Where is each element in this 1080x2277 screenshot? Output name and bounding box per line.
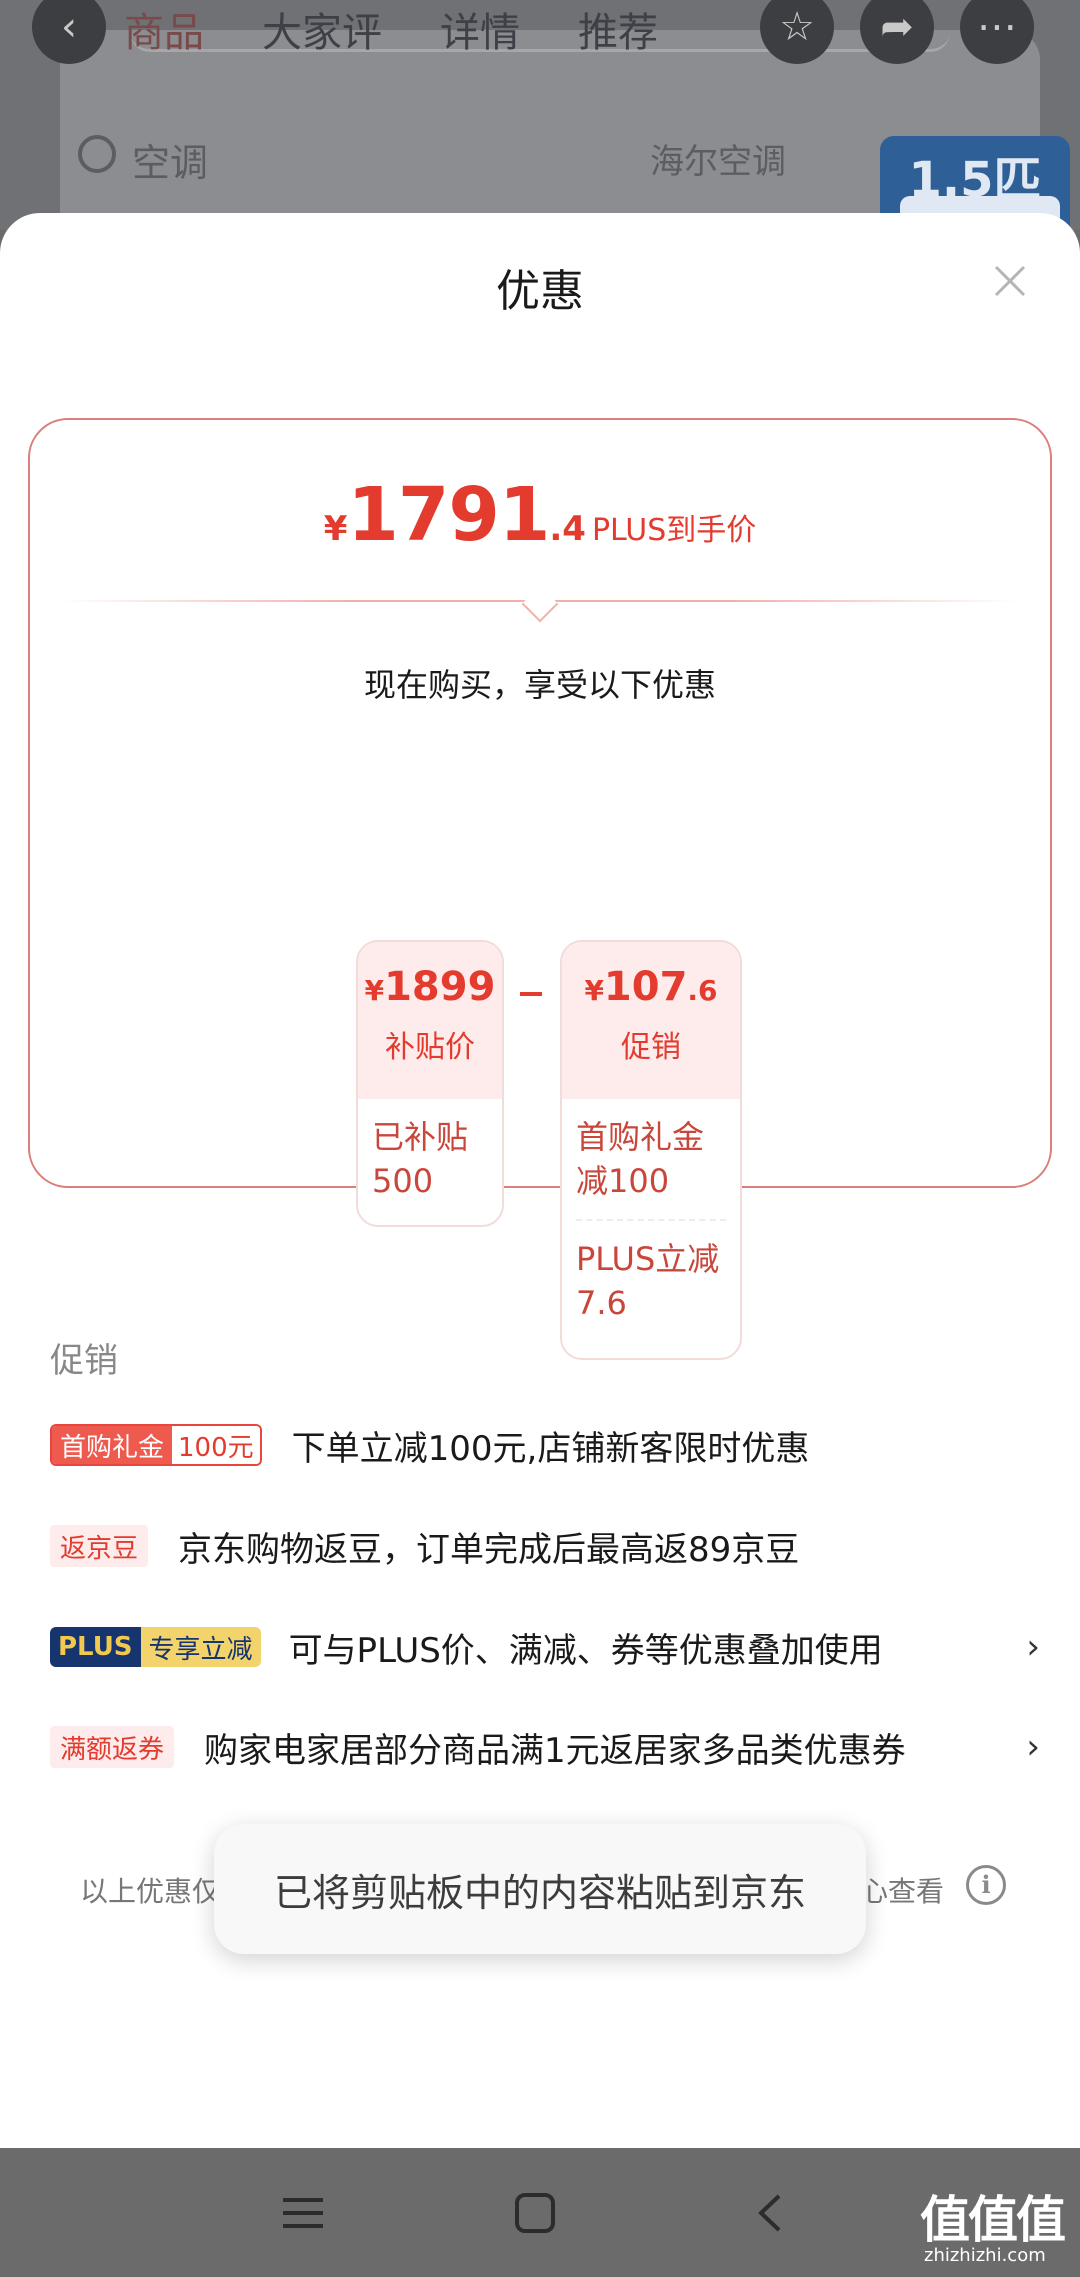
tab-goods: 商品 (124, 10, 204, 56)
tag-label: 首购礼金 (52, 1426, 173, 1464)
promotion-row-plus[interactable]: PLUS 专享立减 可与PLUS价、满减、券等优惠叠加使用 › (50, 1619, 1040, 1675)
background-suggest-text: 海尔空调 (650, 142, 786, 182)
plus-tag-label: PLUS (50, 1627, 141, 1667)
promotion-text: 京东购物返豆，订单完成后最高返89京豆 (178, 1529, 800, 1570)
promo-box-head: ¥107.6 促销 (562, 942, 740, 1099)
close-button[interactable] (982, 253, 1038, 309)
promo-box: ¥107.6 促销 首购礼金减100 PLUS立减7.6 (560, 940, 742, 1360)
home-icon[interactable] (500, 2178, 570, 2248)
promo-type: 促销 (621, 1030, 681, 1065)
tab-recommend: 推荐 (578, 10, 658, 56)
promotion-text: 购家电家居部分商品满1元返居家多品类优惠券 (204, 1730, 906, 1771)
promo-detail-2: PLUS立减7.6 (576, 1240, 720, 1322)
promotions-heading: 促销 (50, 1341, 118, 1381)
subsidy-detail: 已补贴500 (372, 1118, 469, 1200)
watermark-url: zhizhizhi.com (924, 2245, 1046, 2266)
footer-note-right[interactable]: 心查看 (860, 1870, 944, 1910)
subsidy-value: 1899 (384, 964, 496, 1010)
promo-amount: ¥107.6 (562, 942, 740, 1010)
price-label: PLUS到手价 (591, 513, 757, 548)
clipboard-toast: 已将剪贴板中的内容粘贴到京东 (214, 1824, 866, 1954)
plus-tag-extra: 专享立减 (140, 1627, 261, 1667)
coupon-tag: 满额返券 (50, 1726, 175, 1768)
sheet-title: 优惠 (496, 266, 584, 317)
promotion-text: 可与PLUS价、满减、券等优惠叠加使用 (288, 1630, 883, 1671)
final-price: ¥1791.4 PLUS到手价 (30, 472, 1050, 558)
info-icon[interactable]: i (966, 1865, 1006, 1905)
promo-detail-1: 首购礼金减100 (576, 1118, 705, 1200)
subsidy-amount: ¥1899 (358, 942, 502, 1010)
promo-currency: ¥ (584, 974, 604, 1007)
tag-extra: 100元 (172, 1426, 260, 1464)
price-card: ¥1791.4 PLUS到手价 现在购买，享受以下优惠 ¥1899 补贴价 已补贴… (28, 418, 1052, 1360)
background-tabs: 商品 大家评 详情 推荐 (124, 0, 658, 58)
promotion-text: 下单立减100元,店铺新客限时优惠 (291, 1428, 810, 1469)
subsidy-box: ¥1899 补贴价 已补贴500 (356, 940, 504, 1227)
price-integer: 1791 (347, 472, 550, 558)
tab-reviews: 大家评 (262, 10, 382, 56)
price-decimal: .4 (549, 509, 586, 549)
minus-sign (520, 992, 542, 996)
background-page: ‹ 商品 大家评 详情 推荐 ☆ ➦ ⋯ 空调 海尔空调 1.5匹 (0, 0, 1080, 230)
price-currency: ¥ (323, 509, 348, 549)
close-icon (994, 265, 1026, 297)
promotion-row-jingdou: 返京豆 京东购物返豆，订单完成后最高返89京豆 (50, 1518, 1040, 1574)
system-navbar (0, 2148, 1080, 2277)
subsidy-box-head: ¥1899 补贴价 (358, 942, 502, 1099)
plus-tag: PLUS 专享立减 (50, 1627, 261, 1667)
chevron-right-icon: › (1026, 1627, 1040, 1667)
watermark-logo: 值值值 (920, 2191, 1066, 2249)
promo-decimal: .6 (687, 974, 718, 1007)
promotion-row-coupon[interactable]: 满额返券 购家电家居部分商品满1元返居家多品类优惠券 › (50, 1719, 1040, 1775)
subsidy-currency: ¥ (364, 974, 385, 1007)
tab-details: 详情 (440, 10, 520, 56)
search-icon (78, 135, 116, 173)
enjoy-text: 现在购买，享受以下优惠 (363, 666, 716, 704)
subsidy-type: 补贴价 (385, 1030, 475, 1065)
back-nav-icon[interactable] (735, 2178, 805, 2248)
background-search-text: 空调 (132, 141, 209, 185)
jingdou-tag: 返京豆 (50, 1525, 149, 1567)
menu-icon[interactable] (268, 2178, 338, 2248)
divider-notch (521, 585, 559, 623)
chevron-right-icon: › (1026, 1727, 1040, 1767)
first-purchase-tag: 首购礼金 100元 (50, 1424, 262, 1466)
promotion-row-first-purchase: 首购礼金 100元 下单立减100元,店铺新客限时优惠 (50, 1417, 1040, 1473)
promo-value: 107 (603, 964, 688, 1010)
footer-note-left: 以上优惠仅 (80, 1875, 221, 1908)
